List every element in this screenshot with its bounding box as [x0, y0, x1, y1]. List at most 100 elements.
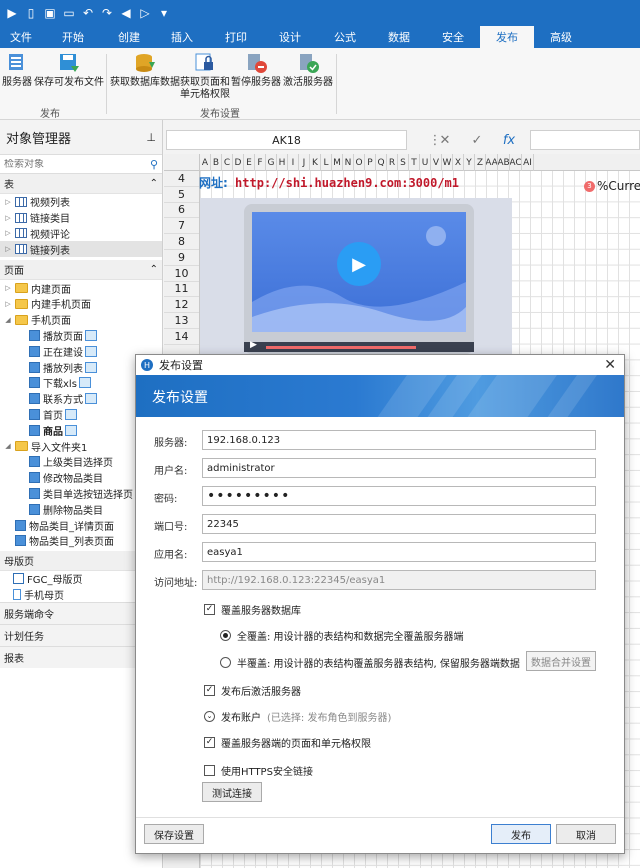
column-header[interactable]: R — [387, 154, 398, 171]
grid-corner[interactable] — [164, 154, 200, 171]
url-cell[interactable]: 网址: http://shi.huazhen9.com:3000/m1 — [199, 174, 459, 191]
overwrite-perms-checkbox[interactable]: ✓ 覆盖服务器端的页面和单元格权限 — [204, 735, 371, 750]
tab-print[interactable]: 打印 — [210, 26, 262, 48]
column-header[interactable]: A — [200, 154, 211, 171]
tab-home[interactable]: 开始 — [42, 26, 104, 48]
column-header[interactable]: E — [244, 154, 255, 171]
column-header[interactable]: F — [255, 154, 266, 171]
half-overwrite-radio[interactable]: 半覆盖: 用设计器的表结构覆盖服务器表结构, 保留服务器端数据 — [220, 655, 520, 670]
tab-publish[interactable]: 发布 — [480, 26, 534, 48]
formula-input[interactable] — [530, 130, 640, 150]
column-header[interactable]: C — [222, 154, 233, 171]
open-icon[interactable]: ▭ — [61, 5, 77, 21]
expand-arrow-icon[interactable]: ◢ — [4, 316, 12, 324]
column-header[interactable]: K — [310, 154, 321, 171]
table-tree-item[interactable]: ▷ 视频评论 — [0, 226, 162, 242]
back-icon[interactable]: ◀ — [118, 5, 134, 21]
expand-arrow-icon[interactable]: ▷ — [4, 300, 12, 308]
customize-icon[interactable]: ▾ — [156, 5, 172, 21]
column-header[interactable]: AI — [522, 154, 534, 171]
row-header[interactable]: 10 — [164, 266, 199, 282]
pages-section-header[interactable]: 页面 ⌃ — [0, 260, 162, 281]
https-checkbox[interactable]: 使用HTTPS安全链接 — [204, 763, 313, 778]
row-header[interactable]: 14 — [164, 329, 199, 345]
save-publishable-button[interactable]: 保存可发布文件 — [34, 52, 104, 89]
fx-icon[interactable]: fx — [498, 130, 520, 150]
undo-icon[interactable]: ↶ — [80, 5, 96, 21]
column-header[interactable]: N — [343, 154, 354, 171]
collapse-icon[interactable]: ⌃ — [150, 264, 158, 275]
play-small-icon[interactable]: ▶ — [250, 340, 257, 350]
row-header[interactable]: 5 — [164, 187, 199, 203]
app-menu-icon[interactable]: ▶ — [4, 5, 20, 21]
save-icon[interactable]: ▣ — [42, 5, 58, 21]
current-cell[interactable]: 3%Current — [584, 179, 640, 193]
tab-advanced[interactable]: 高级 — [534, 26, 588, 48]
publish-account-expander[interactable]: ⌄ 发布账户 (已选择: 发布角色到服务器) — [204, 709, 391, 724]
column-header[interactable]: M — [332, 154, 343, 171]
table-tree-item[interactable]: ▷ 链接类目 — [0, 210, 162, 226]
column-header[interactable]: Q — [376, 154, 387, 171]
page-tree-item[interactable]: 播放页面 — [0, 328, 162, 344]
column-header[interactable]: G — [266, 154, 277, 171]
column-header[interactable]: Y — [464, 154, 475, 171]
column-header[interactable]: D — [233, 154, 244, 171]
tab-security[interactable]: 安全 — [426, 26, 480, 48]
column-header[interactable]: P — [365, 154, 376, 171]
confirm-formula-icon[interactable]: ✓ — [466, 130, 488, 150]
row-header[interactable]: 12 — [164, 297, 199, 314]
tables-section-header[interactable]: 表 ⌃ — [0, 174, 162, 194]
column-header[interactable]: W — [442, 154, 453, 171]
pin-icon[interactable]: ⊥ — [146, 131, 156, 144]
expand-arrow-icon[interactable]: ◢ — [4, 442, 12, 450]
column-header[interactable]: AA — [486, 154, 498, 171]
expand-arrow-icon[interactable]: ▷ — [4, 214, 12, 222]
redo-icon[interactable]: ↷ — [99, 5, 115, 21]
cancel-formula-icon[interactable]: ✕ — [434, 130, 456, 150]
tab-file[interactable]: 文件 — [0, 26, 42, 48]
save-settings-button[interactable]: 保存设置 — [144, 824, 204, 844]
row-header[interactable]: 7 — [164, 218, 199, 235]
column-header[interactable]: S — [398, 154, 409, 171]
column-header[interactable]: U — [420, 154, 431, 171]
collapse-icon[interactable]: ⌃ — [150, 178, 158, 189]
appname-input[interactable] — [202, 542, 596, 562]
row-header[interactable]: 9 — [164, 250, 199, 266]
column-header[interactable]: J — [299, 154, 310, 171]
cancel-button[interactable]: 取消 — [556, 824, 616, 844]
expand-arrow-icon[interactable]: ▷ — [4, 198, 12, 206]
publish-button[interactable]: 发布 — [491, 824, 551, 844]
pause-server-button[interactable]: 暂停服务器 — [230, 52, 282, 89]
username-input[interactable] — [202, 458, 596, 478]
column-header[interactable]: L — [321, 154, 332, 171]
column-header[interactable]: AC — [510, 154, 522, 171]
get-permissions-button[interactable]: 获取页面和 单元格权限 — [180, 52, 230, 101]
overwrite-db-checkbox[interactable]: ✓ 覆盖服务器数据库 — [204, 602, 301, 617]
activate-after-checkbox[interactable]: ✓ 发布后激活服务器 — [204, 683, 301, 698]
expand-arrow-icon[interactable]: ▷ — [4, 284, 12, 292]
server-input[interactable] — [202, 430, 596, 450]
password-input[interactable] — [202, 486, 596, 506]
column-header[interactable]: Z — [475, 154, 486, 171]
row-header[interactable]: 13 — [164, 313, 199, 329]
column-header[interactable]: V — [431, 154, 442, 171]
server-button[interactable]: 服务器 — [2, 52, 32, 89]
merge-settings-button[interactable]: 数据合并设置 — [526, 651, 596, 671]
column-header[interactable]: H — [277, 154, 288, 171]
column-header[interactable]: I — [288, 154, 299, 171]
object-search-input[interactable] — [4, 158, 134, 170]
expand-arrow-icon[interactable]: ▷ — [4, 245, 12, 253]
cell-name-box[interactable]: AK18 — [166, 130, 407, 150]
video-progress-bar[interactable]: ▶ — [244, 340, 474, 352]
get-db-data-button[interactable]: 获取数据库数据 — [110, 52, 180, 89]
tab-design[interactable]: 设计 — [262, 26, 318, 48]
column-header[interactable]: T — [409, 154, 420, 171]
play-icon[interactable]: ▶ — [337, 242, 381, 286]
table-tree-item[interactable]: ▷ 链接列表 — [0, 241, 162, 258]
new-icon[interactable]: ▯ — [23, 5, 39, 21]
page-tree-item[interactable]: ◢ 手机页面 — [0, 312, 162, 328]
close-icon[interactable]: ✕ — [604, 357, 616, 373]
column-header[interactable]: B — [211, 154, 222, 171]
row-header[interactable]: 11 — [164, 282, 199, 298]
port-input[interactable] — [202, 514, 596, 534]
